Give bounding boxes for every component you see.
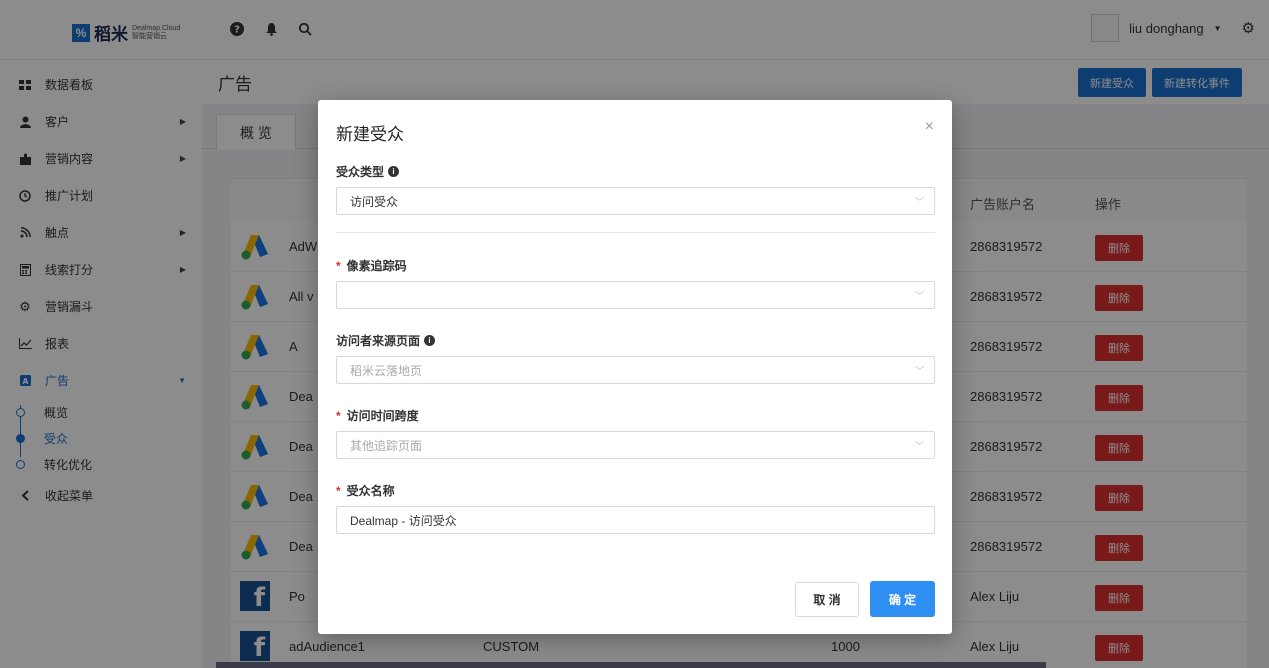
pixel-select[interactable]: ﹀	[336, 281, 935, 309]
new-audience-modal: 新建受众 × 受众类型 i 访问受众 ﹀ * 像素追踪码 ﹀ 访问者来源页面 i…	[318, 100, 952, 634]
required-mark: *	[336, 483, 341, 498]
required-mark: *	[336, 258, 341, 273]
audience-type-label: 受众类型 i	[336, 163, 400, 180]
field-label: 受众名称	[346, 484, 395, 498]
info-icon[interactable]: i	[388, 166, 400, 177]
chevron-down-icon: ﹀	[914, 291, 924, 301]
required-mark: *	[336, 408, 341, 423]
audience-type-select[interactable]: 访问受众 ﹀	[336, 187, 935, 215]
cancel-button[interactable]: 取 消	[795, 582, 859, 617]
field-label: 访问者来源页面	[336, 334, 421, 348]
field-label: 受众类型	[336, 165, 385, 179]
os-taskbar	[216, 662, 1046, 668]
chevron-down-icon: ﹀	[914, 366, 924, 376]
pixel-label: * 像素追踪码	[336, 257, 407, 274]
time-span-select[interactable]: 其他追踪页面 ﹀	[336, 431, 935, 459]
field-label: 访问时间跨度	[346, 409, 419, 423]
input-value: Dealmap - 访问受众	[350, 513, 457, 528]
chevron-down-icon: ﹀	[914, 197, 924, 207]
modal-title: 新建受众	[336, 125, 404, 144]
divider	[336, 232, 935, 233]
audience-name-label: * 受众名称	[336, 482, 395, 499]
time-span-label: * 访问时间跨度	[336, 407, 419, 424]
audience-name-input[interactable]: Dealmap - 访问受众	[336, 506, 935, 534]
source-page-label: 访问者来源页面 i	[336, 332, 436, 349]
close-icon[interactable]: ×	[925, 118, 934, 136]
select-value: 访问受众	[350, 194, 399, 209]
confirm-button[interactable]: 确 定	[870, 581, 935, 617]
select-placeholder: 其他追踪页面	[350, 438, 423, 453]
select-placeholder: 稻米云落地页	[350, 363, 423, 378]
info-icon[interactable]: i	[424, 335, 436, 346]
source-page-select[interactable]: 稻米云落地页 ﹀	[336, 356, 935, 384]
chevron-down-icon: ﹀	[914, 441, 924, 451]
field-label: 像素追踪码	[346, 259, 407, 273]
